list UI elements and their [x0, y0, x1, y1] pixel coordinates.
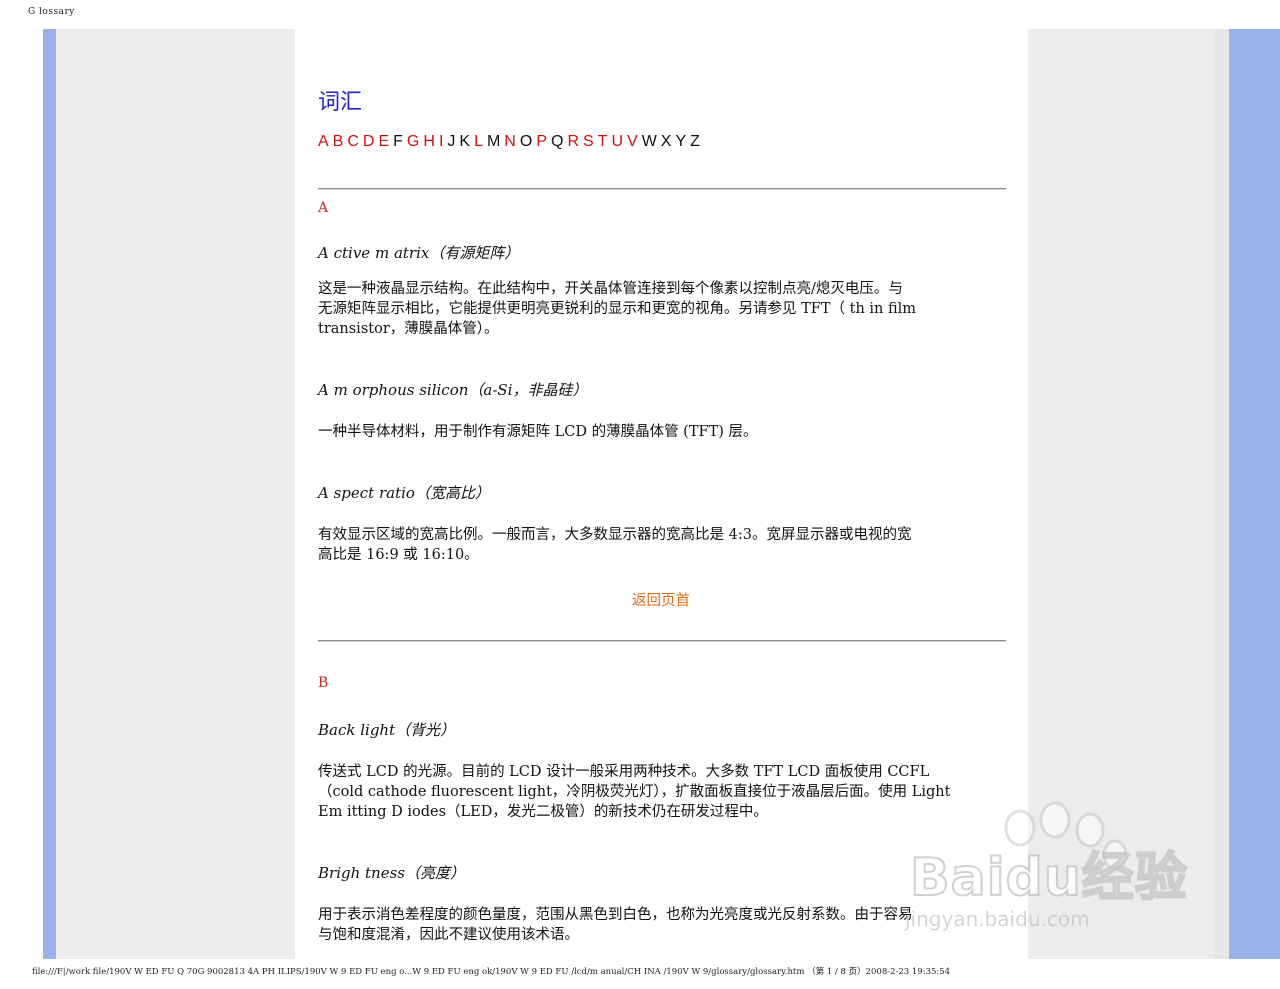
- alphabet-index: ABCDEFGHIJKLMNOPQRSTUVWXYZ: [318, 133, 700, 151]
- alphabet-letter-q: Q: [550, 133, 564, 150]
- section-b-heading: B: [318, 675, 329, 691]
- definition-line: 这是一种液晶显示结构。在此结构中，开关晶体管连接到每个像素以控制点亮/熄灭电压。…: [318, 281, 903, 297]
- definition-amorphous-silicon: 一种半导体材料，用于制作有源矩阵 LCD 的薄膜晶体管 (TFT) 层。: [318, 422, 1006, 442]
- definition-line: 无源矩阵显示相比，它能提供更明亮更锐利的显示和更宽的视角。另请参见 TFT（ t…: [318, 301, 917, 317]
- definition-line: 一种半导体材料，用于制作有源矩阵 LCD 的薄膜晶体管 (TFT) 层。: [318, 424, 758, 440]
- alphabet-letter-n[interactable]: N: [504, 133, 516, 151]
- section-a-heading: A: [318, 200, 329, 216]
- alphabet-letter-p[interactable]: P: [536, 133, 547, 151]
- alphabet-letter-o: O: [519, 133, 533, 150]
- alphabet-letter-u[interactable]: U: [611, 133, 623, 151]
- alphabet-letter-v[interactable]: V: [627, 133, 638, 151]
- alphabet-letter-m: M: [486, 133, 501, 150]
- alphabet-letter-y: Y: [675, 133, 687, 150]
- watermark-url: jingyan.baidu.com: [905, 907, 1090, 931]
- definition-line: 与饱和度混淆，因此不建议使用该术语。: [318, 927, 579, 943]
- alphabet-letter-h[interactable]: H: [423, 133, 435, 151]
- definition-line: 传送式 LCD 的光源。目前的 LCD 设计一般采用两种技术。大多数 TFT L…: [318, 764, 930, 780]
- right-accent-bar: [1229, 29, 1280, 959]
- alphabet-letter-l[interactable]: L: [474, 133, 483, 151]
- alphabet-letter-w: W: [641, 133, 657, 150]
- alphabet-letter-g[interactable]: G: [407, 133, 419, 151]
- definition-aspect-ratio: 有效显示区域的宽高比例。一般而言，大多数显示器的宽高比是 4:3。宽屏显示器或电…: [318, 525, 1006, 565]
- definition-line: Em itting D iodes（LED，发光二极管）的新技术仍在研发过程中。: [318, 804, 768, 820]
- term-backlight: Back light（背光）: [318, 721, 456, 739]
- definition-line: （cold cathode fluorescent light，冷阴极荧光灯），…: [318, 784, 951, 800]
- alphabet-letter-s[interactable]: S: [583, 133, 594, 151]
- alphabet-letter-b[interactable]: B: [333, 133, 344, 151]
- alphabet-letter-z: Z: [690, 133, 700, 150]
- term-amorphous-silicon: A m orphous silicon（a-Si，非晶硅）: [318, 381, 588, 399]
- definition-active-matrix: 这是一种液晶显示结构。在此结构中，开关晶体管连接到每个像素以控制点亮/熄灭电压。…: [318, 279, 1006, 339]
- print-footer: file:///F|/work file/190V W ED FU Q 70G …: [32, 967, 951, 977]
- alphabet-letter-a[interactable]: A: [318, 133, 329, 151]
- alphabet-letter-i[interactable]: I: [439, 133, 443, 151]
- definition-line: transistor，薄膜晶体管）。: [318, 321, 499, 337]
- page-title: 词汇: [318, 90, 363, 115]
- alphabet-letter-r[interactable]: R: [567, 133, 579, 151]
- alphabet-letter-k: K: [459, 133, 471, 150]
- alphabet-letter-x: X: [660, 133, 672, 150]
- definition-line: 高比是 16:9 或 16:10。: [318, 547, 479, 563]
- definition-line: 有效显示区域的宽高比例。一般而言，大多数显示器的宽高比是 4:3。宽屏显示器或电…: [318, 527, 912, 543]
- definition-line: 用于表示消色差程度的颜色量度，范围从黑色到白色，也称为光亮度或光反射系数。由于容…: [318, 907, 913, 923]
- alphabet-letter-e[interactable]: E: [378, 133, 389, 151]
- divider: [318, 640, 1006, 642]
- divider: [318, 188, 1006, 190]
- definition-brightness: 用于表示消色差程度的颜色量度，范围从黑色到白色，也称为光亮度或光反射系数。由于容…: [318, 905, 1006, 945]
- right-gray-strip: [1215, 29, 1229, 959]
- alphabet-letter-j: J: [447, 133, 456, 150]
- watermark-brand: Baidu经验: [909, 847, 1188, 909]
- term-active-matrix: A ctive m atrix（有源矩阵）: [318, 244, 520, 262]
- term-brightness: Brigh tness（亮度）: [318, 864, 465, 882]
- alphabet-letter-d[interactable]: D: [363, 133, 375, 151]
- back-to-top-link[interactable]: 返回页首: [632, 589, 690, 610]
- definition-backlight: 传送式 LCD 的光源。目前的 LCD 设计一般采用两种技术。大多数 TFT L…: [318, 762, 1006, 822]
- alphabet-letter-t[interactable]: T: [598, 133, 608, 151]
- term-aspect-ratio: A spect ratio（宽高比）: [318, 484, 490, 502]
- document-title: G lossary: [28, 7, 75, 17]
- left-gray-panel: [56, 29, 295, 959]
- alphabet-letter-c[interactable]: C: [347, 133, 359, 151]
- left-accent-bar: [43, 29, 56, 959]
- alphabet-letter-f: F: [393, 133, 403, 150]
